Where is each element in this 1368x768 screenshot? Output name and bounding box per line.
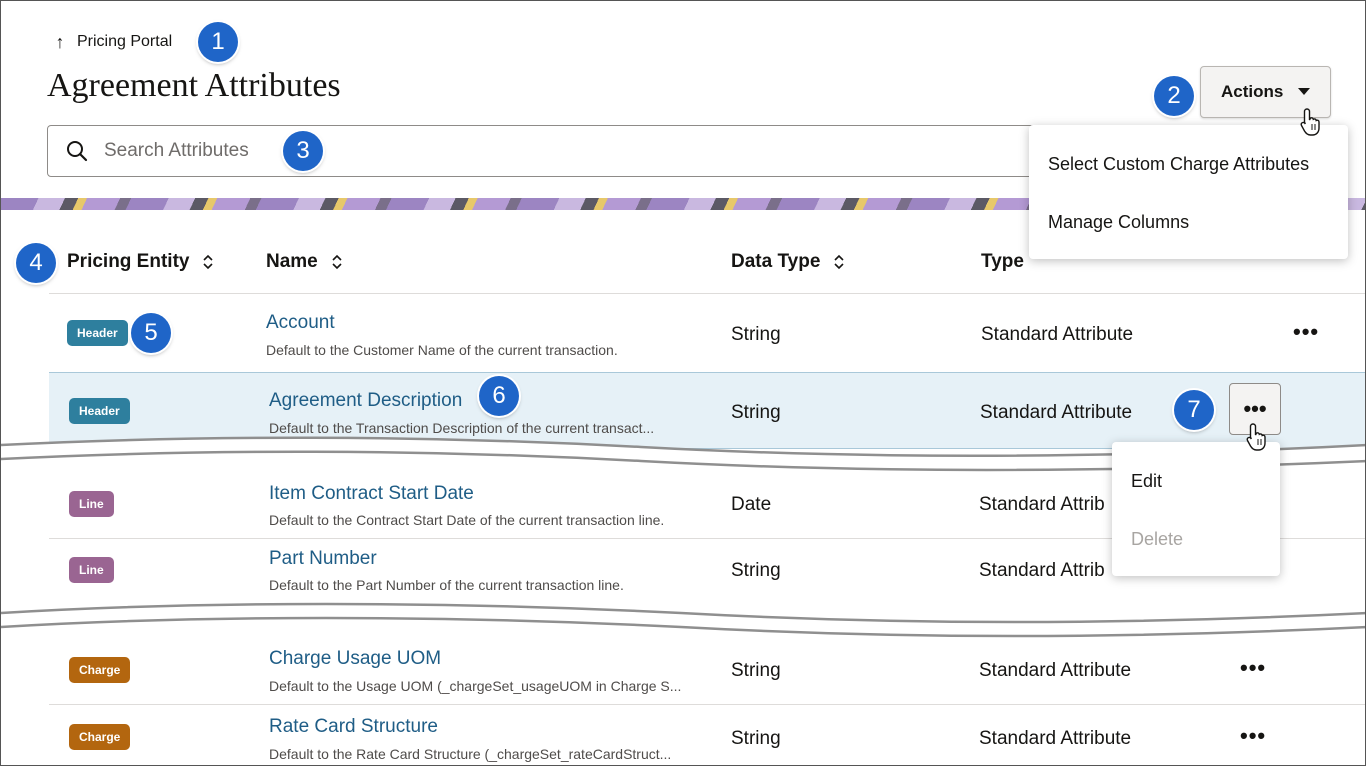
attribute-description: Default to the Contract Start Date of th…	[269, 512, 665, 528]
type-cell: Standard Attribute	[979, 660, 1132, 681]
callout-6: 6	[479, 376, 519, 416]
column-header-label: Pricing Entity	[67, 251, 190, 272]
column-header-label: Data Type	[731, 251, 821, 272]
search-input[interactable]	[102, 139, 276, 163]
hand-pointer-icon	[1246, 423, 1266, 451]
attribute-name-link[interactable]: Charge Usage UOM	[269, 648, 441, 670]
menu-item-select-custom-charge-attributes[interactable]: Select Custom Charge Attributes	[1029, 135, 1348, 193]
data-type-cell: String	[731, 560, 781, 581]
type-cell: Standard Attribute	[979, 728, 1132, 749]
sort-icon[interactable]	[203, 254, 214, 270]
type-cell: Standard Attrib	[979, 494, 1105, 515]
caret-down-icon	[1298, 88, 1310, 95]
menu-item-manage-columns[interactable]: Manage Columns	[1029, 193, 1348, 251]
entity-badge: Charge	[69, 724, 131, 750]
attribute-name-link[interactable]: Item Contract Start Date	[269, 483, 474, 505]
callout-5: 5	[131, 313, 171, 353]
attribute-description: Default to the Usage UOM (_chargeSet_usa…	[269, 678, 682, 694]
tear-separator	[1, 602, 1365, 638]
attribute-description: Default to the Rate Card Structure (_cha…	[269, 746, 672, 762]
attribute-name-link[interactable]: Part Number	[269, 548, 377, 570]
hand-pointer-icon	[1300, 108, 1320, 136]
data-type-cell: String	[731, 324, 781, 345]
search-icon	[66, 140, 88, 162]
column-header-data-type[interactable]: Data Type	[731, 251, 844, 273]
data-type-cell: String	[731, 660, 781, 681]
data-type-cell: Date	[731, 494, 772, 515]
row-actions-menu: Edit Delete	[1112, 442, 1280, 576]
page-title: Agreement Attributes	[47, 67, 341, 104]
attribute-name-link[interactable]: Account	[266, 312, 335, 334]
divider	[49, 704, 1365, 705]
search-field[interactable]	[47, 125, 1047, 177]
more-icon[interactable]: •••	[1240, 723, 1266, 749]
entity-badge: Line	[69, 557, 114, 583]
more-icon[interactable]: •••	[1240, 655, 1266, 681]
attribute-name-link[interactable]: Rate Card Structure	[269, 716, 438, 738]
callout-7: 7	[1174, 390, 1214, 430]
column-header-label: Name	[266, 251, 318, 272]
callout-1: 1	[198, 22, 238, 62]
callout-2: 2	[1154, 76, 1194, 116]
entity-badge: Header	[69, 398, 130, 424]
app-frame: ↑ Pricing Portal 1 Agreement Attributes …	[0, 0, 1366, 766]
table-row[interactable]	[49, 294, 1365, 372]
data-type-cell: String	[731, 402, 781, 423]
attribute-description: Default to the Part Number of the curren…	[269, 577, 624, 593]
column-header-label: Type	[981, 251, 1024, 272]
menu-item-delete: Delete	[1131, 528, 1184, 549]
breadcrumb[interactable]: ↑ Pricing Portal	[53, 31, 173, 53]
type-cell: Standard Attribute	[981, 324, 1134, 345]
column-header-type[interactable]: Type	[981, 251, 1024, 273]
arrow-up-icon: ↑	[55, 31, 65, 52]
type-cell: Standard Attribute	[980, 402, 1133, 423]
actions-label: Actions	[1221, 82, 1284, 101]
attribute-name-link[interactable]: Agreement Description	[269, 390, 462, 412]
actions-menu: Select Custom Charge Attributes Manage C…	[1029, 125, 1348, 259]
entity-badge: Line	[69, 491, 114, 517]
attribute-description: Default to the Customer Name of the curr…	[266, 342, 618, 358]
callout-3: 3	[283, 131, 323, 171]
more-icon[interactable]: •••	[1293, 319, 1319, 345]
column-header-name[interactable]: Name	[266, 251, 342, 273]
menu-item-edit[interactable]: Edit	[1112, 452, 1280, 510]
sort-icon[interactable]	[332, 254, 342, 270]
entity-badge: Charge	[69, 657, 131, 683]
entity-badge: Header	[67, 320, 128, 346]
type-cell: Standard Attrib	[979, 560, 1105, 581]
callout-4: 4	[16, 243, 56, 283]
column-header-pricing-entity[interactable]: Pricing Entity	[67, 251, 214, 273]
breadcrumb-label[interactable]: Pricing Portal	[77, 33, 172, 51]
data-type-cell: String	[731, 728, 781, 749]
sort-icon[interactable]	[834, 254, 844, 270]
